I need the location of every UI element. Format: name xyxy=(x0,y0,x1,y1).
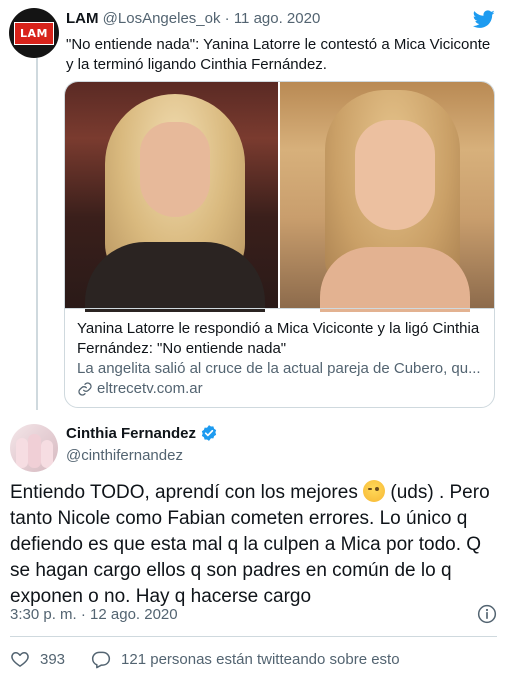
cinthia-avatar[interactable] xyxy=(10,424,58,472)
card-title: Yanina Latorre le respondió a Mica Vicic… xyxy=(77,320,480,357)
card-domain: eltrecetv.com.ar xyxy=(97,380,203,397)
quoted-tweet[interactable]: LAM LAM @LosAngeles_ok · 11 ago. 2020 "N… xyxy=(0,0,507,412)
info-icon[interactable] xyxy=(477,604,497,624)
tweet-text: Entiendo TODO, aprendí con los mejores (… xyxy=(10,480,497,610)
quoted-tweet-header: LAM @LosAngeles_ok · 11 ago. 2020 xyxy=(66,10,320,27)
link-card[interactable]: Yanina Latorre le respondió a Mica Vicic… xyxy=(64,81,495,408)
like-action[interactable]: 393 xyxy=(10,649,65,669)
card-image-left xyxy=(65,82,278,312)
card-image-right xyxy=(280,82,494,312)
twitter-bird-icon[interactable] xyxy=(471,8,497,30)
thread-line xyxy=(36,58,38,410)
card-domain-row: eltrecetv.com.ar xyxy=(77,379,484,399)
quoted-author-handle[interactable]: @LosAngeles_ok xyxy=(103,10,221,27)
replies-text: 121 personas están twitteando sobre esto xyxy=(121,650,400,668)
heart-icon[interactable] xyxy=(10,649,30,669)
tweet-text-part1: Entiendo TODO, aprendí con los mejores xyxy=(10,482,364,503)
reply-bubble-icon[interactable] xyxy=(91,649,111,669)
author-handle[interactable]: @cinthifernandez xyxy=(66,447,183,464)
tweet-timestamp[interactable]: 3:30 p. m. · 12 ago. 2020 xyxy=(10,606,178,623)
reply-action[interactable]: 121 personas están twitteando sobre esto xyxy=(91,649,400,669)
author-name-row: Cinthia Fernandez xyxy=(66,424,218,442)
quoted-tweet-text: "No entiende nada": Yanina Latorre le co… xyxy=(66,36,491,73)
card-body: Yanina Latorre le respondió a Mica Vicic… xyxy=(65,308,494,407)
author-name[interactable]: Cinthia Fernandez xyxy=(66,425,196,442)
winking-face-emoji xyxy=(363,480,386,502)
quoted-date[interactable]: 11 ago. 2020 xyxy=(234,10,320,27)
verified-badge-icon xyxy=(201,425,217,441)
card-description: La angelita salió al cruce de la actual … xyxy=(77,360,481,377)
divider xyxy=(10,636,497,637)
header-separator: · xyxy=(224,10,230,27)
link-icon xyxy=(78,382,92,396)
lam-logo: LAM xyxy=(14,21,54,45)
quoted-author-name[interactable]: LAM xyxy=(66,10,99,27)
tweet-actions: 393 121 personas están twitteando sobre … xyxy=(10,649,400,669)
like-count: 393 xyxy=(40,650,66,668)
lam-avatar[interactable]: LAM xyxy=(9,8,59,58)
